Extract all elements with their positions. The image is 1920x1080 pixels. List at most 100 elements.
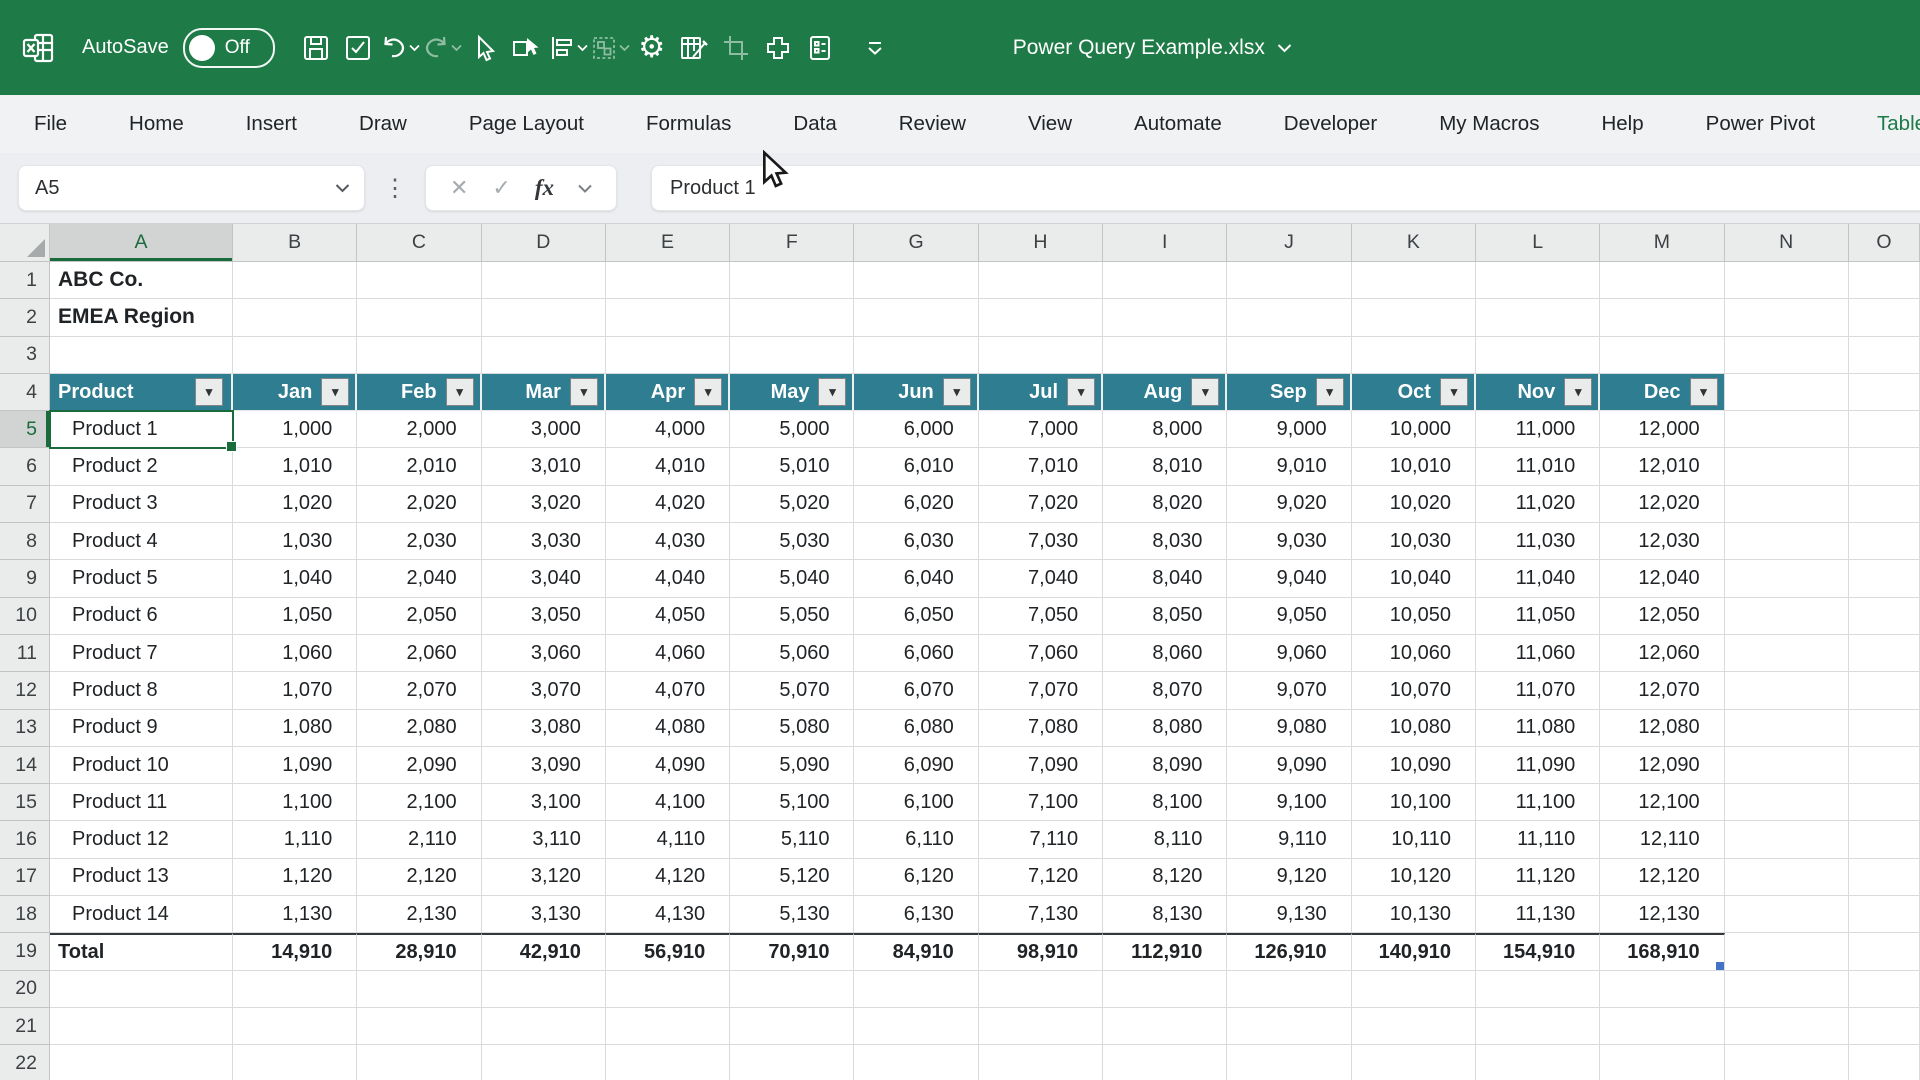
cell-C10[interactable]: 2,050 xyxy=(357,598,481,635)
cell-D2[interactable] xyxy=(482,299,606,336)
filter-button-icon[interactable]: ▾ xyxy=(1067,378,1095,406)
align-objects-icon[interactable] xyxy=(547,25,589,71)
cell-A14[interactable]: Product 10 xyxy=(50,747,233,784)
cell-F8[interactable]: 5,030 xyxy=(730,523,854,560)
spell-check-icon[interactable] xyxy=(337,25,379,71)
cell-G8[interactable]: 6,030 xyxy=(854,523,978,560)
cell-N19[interactable] xyxy=(1725,933,1849,970)
filter-button-icon[interactable]: ▾ xyxy=(943,378,971,406)
cell-M10[interactable]: 12,050 xyxy=(1600,598,1724,635)
cell-D4[interactable]: Mar▾ xyxy=(482,374,606,411)
row-header-7[interactable]: 7 xyxy=(0,486,50,523)
cell-L11[interactable]: 11,060 xyxy=(1476,635,1600,672)
cell-A9[interactable]: Product 5 xyxy=(50,560,233,597)
cell-F17[interactable]: 5,120 xyxy=(730,859,854,896)
cell-D3[interactable] xyxy=(482,337,606,374)
cell-K1[interactable] xyxy=(1352,262,1476,299)
cell-B20[interactable] xyxy=(233,971,357,1008)
cell-A19[interactable]: Total xyxy=(50,933,233,970)
cell-J1[interactable] xyxy=(1227,262,1351,299)
cell-M4[interactable]: Dec▾ xyxy=(1600,374,1724,411)
cell-D9[interactable]: 3,040 xyxy=(482,560,606,597)
cell-D14[interactable]: 3,090 xyxy=(482,747,606,784)
cell-G19[interactable]: 84,910 xyxy=(854,933,978,970)
cell-I8[interactable]: 8,030 xyxy=(1103,523,1227,560)
select-all-corner[interactable] xyxy=(0,224,50,262)
cell-G1[interactable] xyxy=(854,262,978,299)
cell-J10[interactable]: 9,050 xyxy=(1227,598,1351,635)
cell-G15[interactable]: 6,100 xyxy=(854,784,978,821)
cell-L20[interactable] xyxy=(1476,971,1600,1008)
cell-E7[interactable]: 4,020 xyxy=(606,486,730,523)
cell-C20[interactable] xyxy=(357,971,481,1008)
cell-A13[interactable]: Product 9 xyxy=(50,710,233,747)
cell-C8[interactable]: 2,030 xyxy=(357,523,481,560)
cell-I7[interactable]: 8,020 xyxy=(1103,486,1227,523)
cell-G22[interactable] xyxy=(854,1045,978,1080)
excel-logo-icon[interactable] xyxy=(22,32,56,64)
tab-developer[interactable]: Developer xyxy=(1284,112,1377,136)
cell-C19[interactable]: 28,910 xyxy=(357,933,481,970)
qat-overflow-icon[interactable] xyxy=(857,28,893,68)
cell-B6[interactable]: 1,010 xyxy=(233,448,357,485)
row-header-11[interactable]: 11 xyxy=(0,635,50,672)
cell-O16[interactable] xyxy=(1849,821,1920,858)
cell-H12[interactable]: 7,070 xyxy=(979,672,1103,709)
cell-B3[interactable] xyxy=(233,337,357,374)
cell-D21[interactable] xyxy=(482,1008,606,1045)
cell-F7[interactable]: 5,020 xyxy=(730,486,854,523)
column-header-M[interactable]: M xyxy=(1600,224,1724,262)
cell-E6[interactable]: 4,010 xyxy=(606,448,730,485)
column-header-N[interactable]: N xyxy=(1725,224,1849,262)
cell-B19[interactable]: 14,910 xyxy=(233,933,357,970)
cell-F14[interactable]: 5,090 xyxy=(730,747,854,784)
cell-H10[interactable]: 7,050 xyxy=(979,598,1103,635)
cell-F18[interactable]: 5,130 xyxy=(730,896,854,933)
cell-O6[interactable] xyxy=(1849,448,1920,485)
row-header-8[interactable]: 8 xyxy=(0,523,50,560)
cell-E20[interactable] xyxy=(606,971,730,1008)
cell-C18[interactable]: 2,130 xyxy=(357,896,481,933)
cell-F10[interactable]: 5,050 xyxy=(730,598,854,635)
cell-D15[interactable]: 3,100 xyxy=(482,784,606,821)
cell-M1[interactable] xyxy=(1600,262,1724,299)
cell-C3[interactable] xyxy=(357,337,481,374)
cell-M13[interactable]: 12,080 xyxy=(1600,710,1724,747)
cell-O7[interactable] xyxy=(1849,486,1920,523)
filter-button-icon[interactable]: ▾ xyxy=(1690,378,1718,406)
cell-H15[interactable]: 7,100 xyxy=(979,784,1103,821)
tab-data[interactable]: Data xyxy=(793,112,836,136)
cell-C2[interactable] xyxy=(357,299,481,336)
cell-G9[interactable]: 6,040 xyxy=(854,560,978,597)
cell-M19[interactable]: 168,910 xyxy=(1600,933,1724,970)
row-header-6[interactable]: 6 xyxy=(0,448,50,485)
cell-H17[interactable]: 7,120 xyxy=(979,859,1103,896)
cell-B2[interactable] xyxy=(233,299,357,336)
column-header-C[interactable]: C xyxy=(357,224,481,262)
cell-E1[interactable] xyxy=(606,262,730,299)
cell-B13[interactable]: 1,080 xyxy=(233,710,357,747)
cell-O20[interactable] xyxy=(1849,971,1920,1008)
cell-J21[interactable] xyxy=(1227,1008,1351,1045)
cell-B12[interactable]: 1,070 xyxy=(233,672,357,709)
cell-N8[interactable] xyxy=(1725,523,1849,560)
cell-H16[interactable]: 7,110 xyxy=(979,821,1103,858)
cell-G16[interactable]: 6,110 xyxy=(854,821,978,858)
cell-B5[interactable]: 1,000 xyxy=(233,411,357,448)
filter-button-icon[interactable]: ▾ xyxy=(1191,378,1219,406)
cell-L8[interactable]: 11,030 xyxy=(1476,523,1600,560)
cell-C17[interactable]: 2,120 xyxy=(357,859,481,896)
cell-L15[interactable]: 11,100 xyxy=(1476,784,1600,821)
row-header-19[interactable]: 19 xyxy=(0,933,50,970)
cell-L19[interactable]: 154,910 xyxy=(1476,933,1600,970)
cell-C1[interactable] xyxy=(357,262,481,299)
cell-E13[interactable]: 4,080 xyxy=(606,710,730,747)
column-header-A[interactable]: A xyxy=(50,224,233,262)
cell-E11[interactable]: 4,060 xyxy=(606,635,730,672)
cell-A8[interactable]: Product 4 xyxy=(50,523,233,560)
cell-L12[interactable]: 11,070 xyxy=(1476,672,1600,709)
cell-B17[interactable]: 1,120 xyxy=(233,859,357,896)
cell-B14[interactable]: 1,090 xyxy=(233,747,357,784)
cell-I17[interactable]: 8,120 xyxy=(1103,859,1227,896)
cell-B11[interactable]: 1,060 xyxy=(233,635,357,672)
